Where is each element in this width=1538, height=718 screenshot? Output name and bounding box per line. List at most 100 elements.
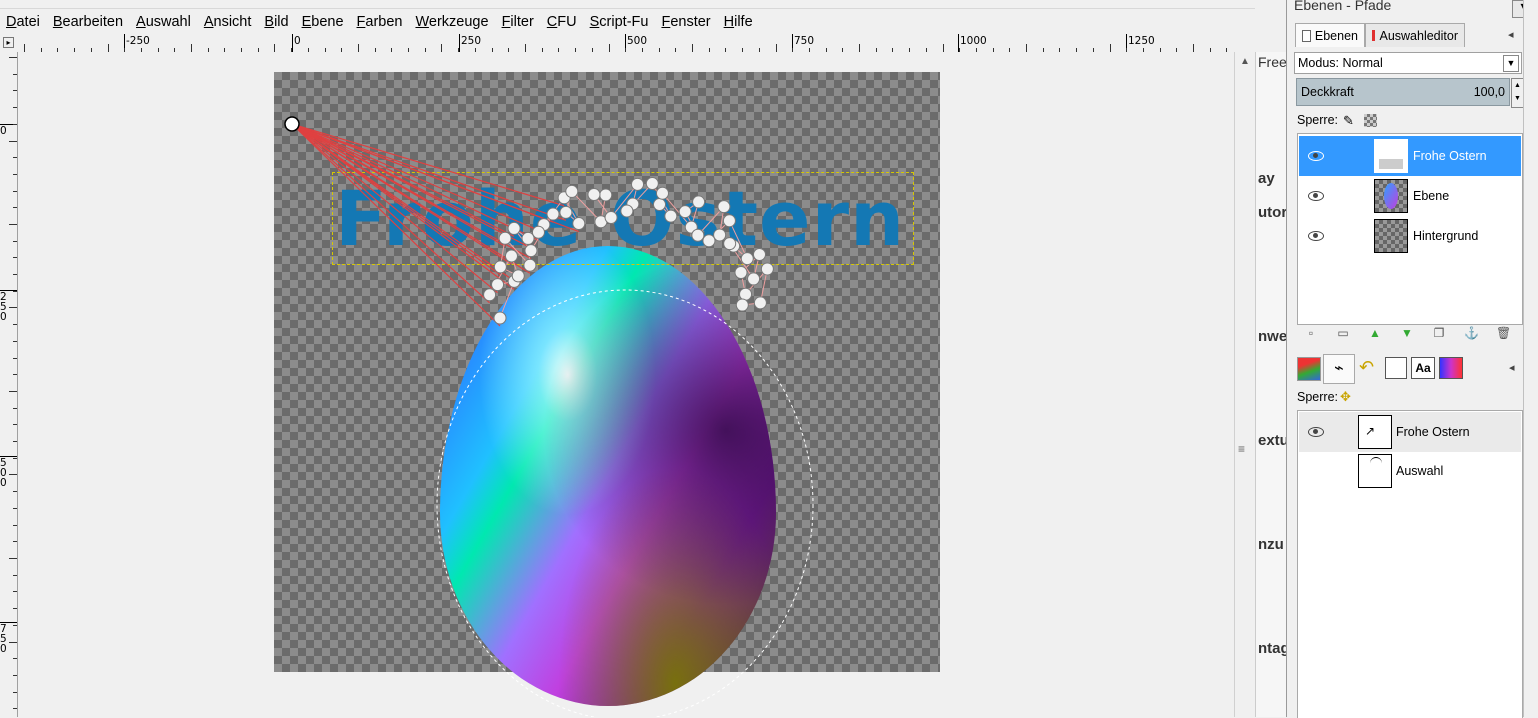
eye-icon[interactable] <box>1308 191 1324 201</box>
path-anchor-point[interactable] <box>508 222 520 234</box>
new-layer-icon[interactable]: ▫ <box>1304 326 1318 340</box>
path-anchor-point[interactable] <box>723 215 735 227</box>
eye-icon[interactable] <box>1308 151 1324 161</box>
path-anchor-point[interactable] <box>499 232 511 244</box>
path-anchor-point[interactable] <box>692 229 704 241</box>
path-anchor-point[interactable] <box>532 226 544 238</box>
path-anchor-point[interactable] <box>736 299 748 311</box>
egg-layer-thumbnail <box>1374 179 1408 213</box>
dock-title: Ebenen - Pfade <box>1294 0 1391 13</box>
path-anchor-point[interactable] <box>588 188 600 200</box>
tab-layers-icon[interactable] <box>1297 357 1321 381</box>
path-row-frohe-ostern[interactable]: ↗ Frohe Ostern <box>1299 412 1521 452</box>
path-anchor-point[interactable] <box>754 297 766 309</box>
selection-editor-icon <box>1372 30 1375 41</box>
path-anchor-point[interactable] <box>693 196 705 208</box>
layer-row-ebene[interactable]: Ebene <box>1299 176 1521 216</box>
path-anchor-point[interactable] <box>656 187 668 199</box>
path-anchor-point[interactable] <box>494 312 506 324</box>
path-anchor-point[interactable] <box>724 238 736 250</box>
path-anchor-point[interactable] <box>718 201 730 213</box>
path-anchor-point[interactable] <box>703 235 715 247</box>
eye-icon[interactable] <box>1308 427 1324 437</box>
path-anchor-point[interactable] <box>621 205 633 217</box>
chevron-down-icon: ▼ <box>1503 55 1519 72</box>
brush-lock-icon[interactable]: ✎ <box>1343 113 1354 129</box>
path-anchor-point[interactable] <box>654 199 666 211</box>
path-anchor-point[interactable] <box>753 249 765 261</box>
opacity-slider[interactable]: Deckkraft 100,0 <box>1296 78 1510 106</box>
tab-undo-icon[interactable]: ↶ <box>1359 357 1374 378</box>
path-anchor-point[interactable] <box>505 250 517 262</box>
path-anchor-point[interactable] <box>512 270 524 282</box>
delete-layer-icon[interactable]: 🗑 <box>1496 326 1510 340</box>
path-anchor-point[interactable] <box>600 189 612 201</box>
background-layer-thumbnail <box>1374 219 1408 253</box>
tab-fonts-icon[interactable]: Aa <box>1411 357 1435 379</box>
background-window-text: nwe <box>1258 328 1286 345</box>
layer-row-frohe-ostern[interactable]: Frohe Ostern <box>1299 136 1521 176</box>
path-anchor-point[interactable] <box>632 178 644 190</box>
lock-label: Sperre: <box>1297 113 1338 127</box>
background-window: Free ay utor nwe extu nzu ntag <box>1255 52 1286 717</box>
path-anchor-point[interactable] <box>735 266 747 278</box>
tab-auswahleditor[interactable]: Auswahleditor <box>1365 23 1465 47</box>
anchor-layer-icon[interactable]: ⚓ <box>1464 326 1478 340</box>
path-anchor-point[interactable] <box>494 261 506 273</box>
path-anchor-point[interactable] <box>740 288 752 300</box>
tab-ebenen[interactable]: Ebenen <box>1295 23 1365 47</box>
paths-dock-tabs: ⌁ ↶ Aa ◂ <box>1293 353 1523 383</box>
path-anchor-point[interactable] <box>748 273 760 285</box>
path-anchor-point[interactable] <box>679 206 691 218</box>
path-anchor-point[interactable] <box>560 206 572 218</box>
eye-icon[interactable] <box>1308 231 1324 241</box>
path-anchor-point[interactable] <box>646 178 658 190</box>
paths-lock-label: Sperre: <box>1297 390 1338 404</box>
paths-list: ↗ Frohe Ostern Auswahl <box>1297 410 1523 718</box>
text-layer-thumbnail <box>1374 139 1408 173</box>
background-window-text: ay <box>1258 170 1275 187</box>
background-window-text: Free <box>1258 54 1286 70</box>
tab-menu-icon[interactable]: ◂ <box>1509 361 1515 374</box>
new-group-icon[interactable]: ▭ <box>1336 326 1350 340</box>
path-anchor-point[interactable] <box>741 253 753 265</box>
path-anchor-point[interactable] <box>761 263 773 275</box>
path-anchor-point[interactable] <box>492 279 504 291</box>
layers-list: Frohe Ostern Ebene Hintergrund <box>1297 133 1523 325</box>
background-window-text: nzu <box>1258 536 1284 553</box>
layers-icon <box>1302 30 1311 42</box>
path-anchor-point[interactable] <box>714 229 726 241</box>
path-anchors <box>285 117 773 324</box>
dock-edge <box>1523 0 1538 717</box>
alpha-lock-icon[interactable] <box>1364 114 1377 127</box>
mode-select[interactable]: Modus: Normal ▼ <box>1294 52 1522 74</box>
path-anchor-point[interactable] <box>665 210 677 222</box>
tab-gradients-icon[interactable] <box>1439 357 1463 379</box>
path-row-auswahl[interactable]: Auswahl <box>1299 451 1521 491</box>
path-thumbnail: ↗ <box>1358 415 1392 449</box>
background-window-text: utor <box>1258 204 1286 221</box>
path-anchor-point[interactable] <box>525 245 537 257</box>
tab-paths-icon[interactable]: ⌁ <box>1323 354 1355 384</box>
raise-layer-icon[interactable]: ▲ <box>1368 326 1382 340</box>
path-anchor-point[interactable] <box>524 259 536 271</box>
path-anchor-point[interactable] <box>285 117 299 131</box>
path-anchor-point[interactable] <box>605 212 617 224</box>
tab-channels-icon[interactable] <box>1385 357 1407 379</box>
vertical-scrollbar[interactable]: ▲ ≡ <box>1234 52 1255 717</box>
background-window-text: ntag <box>1258 640 1286 657</box>
path-overlay[interactable] <box>0 0 1255 717</box>
lower-layer-icon[interactable]: ▼ <box>1400 326 1414 340</box>
background-window-text: extu <box>1258 432 1286 449</box>
path-anchor-point[interactable] <box>566 185 578 197</box>
path-thumbnail <box>1358 454 1392 488</box>
path-anchor-point[interactable] <box>484 289 496 301</box>
duplicate-layer-icon[interactable]: ❐ <box>1432 326 1446 340</box>
position-lock-icon[interactable]: ✥ <box>1340 389 1351 405</box>
layer-row-hintergrund[interactable]: Hintergrund <box>1299 216 1521 256</box>
path-anchor-point[interactable] <box>522 232 534 244</box>
path-anchor-point[interactable] <box>547 208 559 220</box>
path-anchor-point[interactable] <box>573 218 585 230</box>
layer-toolbar: ▫ ▭ ▲ ▼ ❐ ⚓ 🗑 <box>1298 326 1520 346</box>
tab-menu-icon[interactable]: ◂ <box>1508 28 1514 41</box>
